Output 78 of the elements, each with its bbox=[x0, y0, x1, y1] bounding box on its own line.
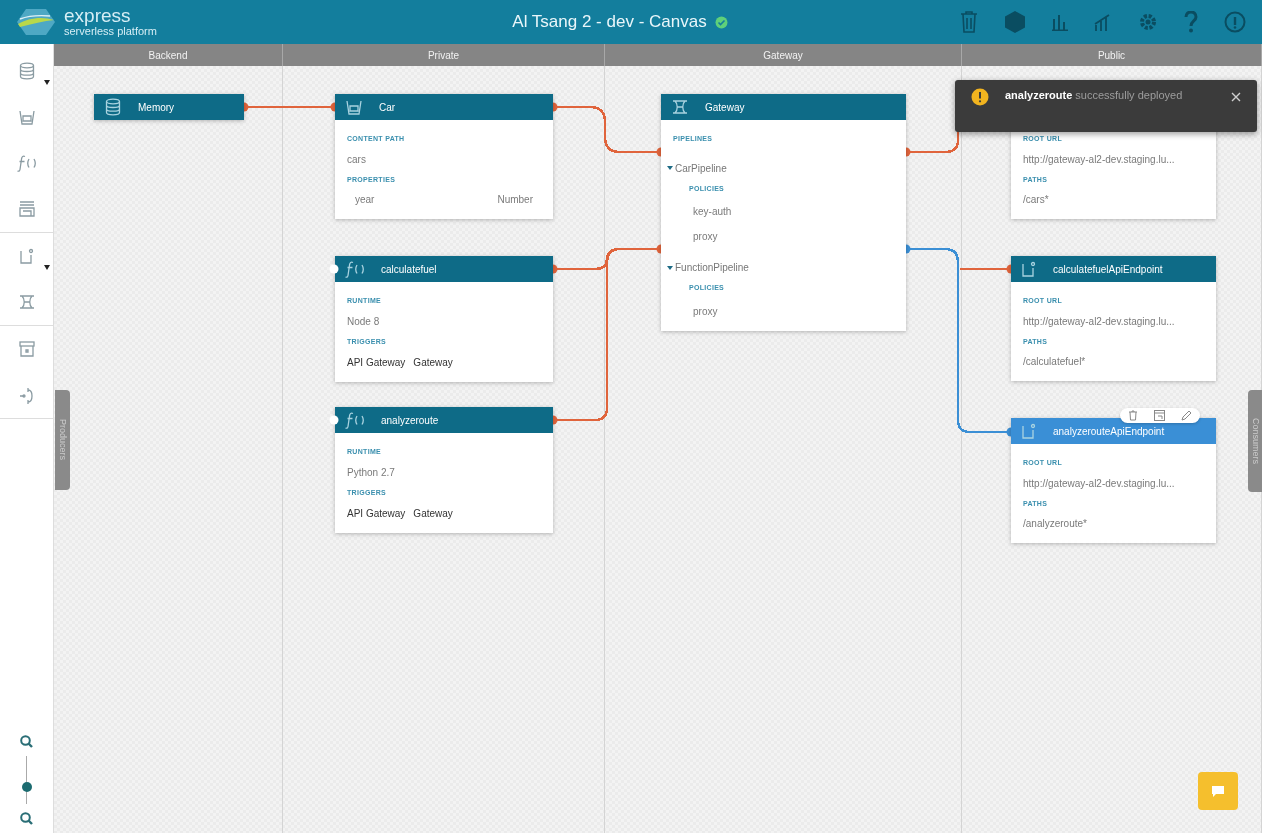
gateway-icon bbox=[671, 98, 689, 116]
function-icon bbox=[345, 411, 365, 429]
port-icon bbox=[329, 415, 339, 425]
copy-icon[interactable] bbox=[1154, 410, 1165, 421]
bucket-icon bbox=[345, 98, 363, 116]
endpoint-icon bbox=[1021, 422, 1037, 440]
lane-header: Backend bbox=[148, 48, 188, 63]
trigger-tag: API Gateway bbox=[347, 355, 406, 370]
table-icon[interactable] bbox=[18, 200, 36, 218]
database-icon bbox=[104, 98, 122, 116]
section-value: /analyzeroute* bbox=[1023, 518, 1087, 529]
node-title: Gateway bbox=[705, 100, 745, 115]
port-icon bbox=[329, 264, 339, 274]
pipeline-name[interactable]: CarPipeline bbox=[675, 160, 727, 176]
function-icon[interactable] bbox=[17, 154, 37, 172]
section-value: Python 2.7 bbox=[347, 466, 395, 478]
caret-icon bbox=[44, 80, 50, 85]
trigger-tag: Gateway bbox=[413, 355, 453, 370]
zoom-slider[interactable] bbox=[20, 756, 33, 804]
node-header[interactable]: Memory bbox=[94, 94, 244, 120]
lane-header: Private bbox=[427, 48, 460, 63]
zoom-in-icon[interactable] bbox=[20, 735, 33, 748]
policy-name: key-auth bbox=[693, 206, 732, 217]
logo-icon bbox=[16, 7, 56, 37]
policy-name: proxy bbox=[693, 231, 718, 242]
function-icon bbox=[345, 260, 365, 278]
section-value: http://gateway-al2-dev.staging.lu... bbox=[1023, 153, 1175, 165]
database-icon[interactable] bbox=[18, 62, 36, 80]
help-icon[interactable] bbox=[1184, 11, 1198, 33]
hexagon-icon[interactable] bbox=[1004, 10, 1026, 34]
node-header[interactable]: Gateway bbox=[661, 94, 906, 120]
node-header[interactable]: calculatefuel bbox=[335, 256, 553, 282]
check-circle-icon bbox=[714, 15, 728, 29]
node-title: analyzerouteApiEndpoint bbox=[1053, 424, 1165, 439]
node-header[interactable]: analyzeroute bbox=[335, 407, 553, 433]
section-value: http://gateway-al2-dev.staging.lu... bbox=[1023, 315, 1175, 327]
endpoint-icon bbox=[1021, 260, 1037, 278]
connector-icon[interactable] bbox=[18, 386, 36, 404]
lane-header: Gateway bbox=[763, 48, 803, 63]
canvas-title: Al Tsang 2 - dev - Canvas bbox=[512, 11, 707, 34]
chat-icon bbox=[1211, 784, 1225, 798]
trash-icon[interactable] bbox=[1128, 410, 1138, 421]
node-title: analyzeroute bbox=[381, 413, 439, 428]
chat-button[interactable] bbox=[1198, 772, 1238, 810]
node-header[interactable]: analyzerouteApiEndpoint bbox=[1011, 418, 1216, 444]
close-icon[interactable] bbox=[1231, 92, 1241, 102]
section-value: cars bbox=[347, 153, 366, 165]
node-header[interactable]: Car bbox=[335, 94, 553, 120]
section-value: /cars* bbox=[1023, 194, 1049, 205]
trigger-tag: API Gateway bbox=[347, 506, 406, 521]
node-title: Memory bbox=[138, 100, 175, 115]
logo-tagline: serverless platform bbox=[64, 25, 157, 37]
archive-icon[interactable] bbox=[18, 340, 36, 358]
info-icon[interactable] bbox=[1224, 11, 1246, 33]
pipeline-name[interactable]: FunctionPipeline bbox=[675, 260, 749, 275]
caret-icon bbox=[44, 265, 50, 270]
bucket-icon[interactable] bbox=[18, 108, 36, 126]
gateway-icon[interactable] bbox=[18, 293, 36, 311]
edit-icon[interactable] bbox=[1181, 410, 1192, 421]
node-header[interactable]: calculatefuelApiEndpoint bbox=[1011, 256, 1216, 282]
warning-icon bbox=[971, 88, 989, 106]
section-value: http://gateway-al2-dev.staging.lu... bbox=[1023, 477, 1175, 489]
lane-header: Public bbox=[1097, 48, 1126, 63]
node-title: Car bbox=[379, 100, 396, 115]
zoom-out-icon[interactable] bbox=[20, 812, 33, 825]
policy-name: proxy bbox=[693, 305, 718, 317]
property-type: Number bbox=[497, 193, 533, 207]
signal-chart-icon[interactable] bbox=[1094, 13, 1112, 31]
section-value: Node 8 bbox=[347, 315, 380, 327]
section-value: /calculatefuel* bbox=[1023, 356, 1086, 367]
bar-chart-icon[interactable] bbox=[1052, 13, 1068, 31]
endpoint-icon[interactable] bbox=[19, 247, 35, 265]
node-title: calculatefuelApiEndpoint bbox=[1053, 262, 1163, 277]
node-title: calculatefuel bbox=[381, 262, 437, 277]
trash-icon[interactable] bbox=[960, 10, 978, 34]
trigger-tag: Gateway bbox=[413, 506, 453, 521]
settings-icon[interactable] bbox=[1138, 12, 1158, 32]
property-name: year bbox=[355, 193, 375, 207]
